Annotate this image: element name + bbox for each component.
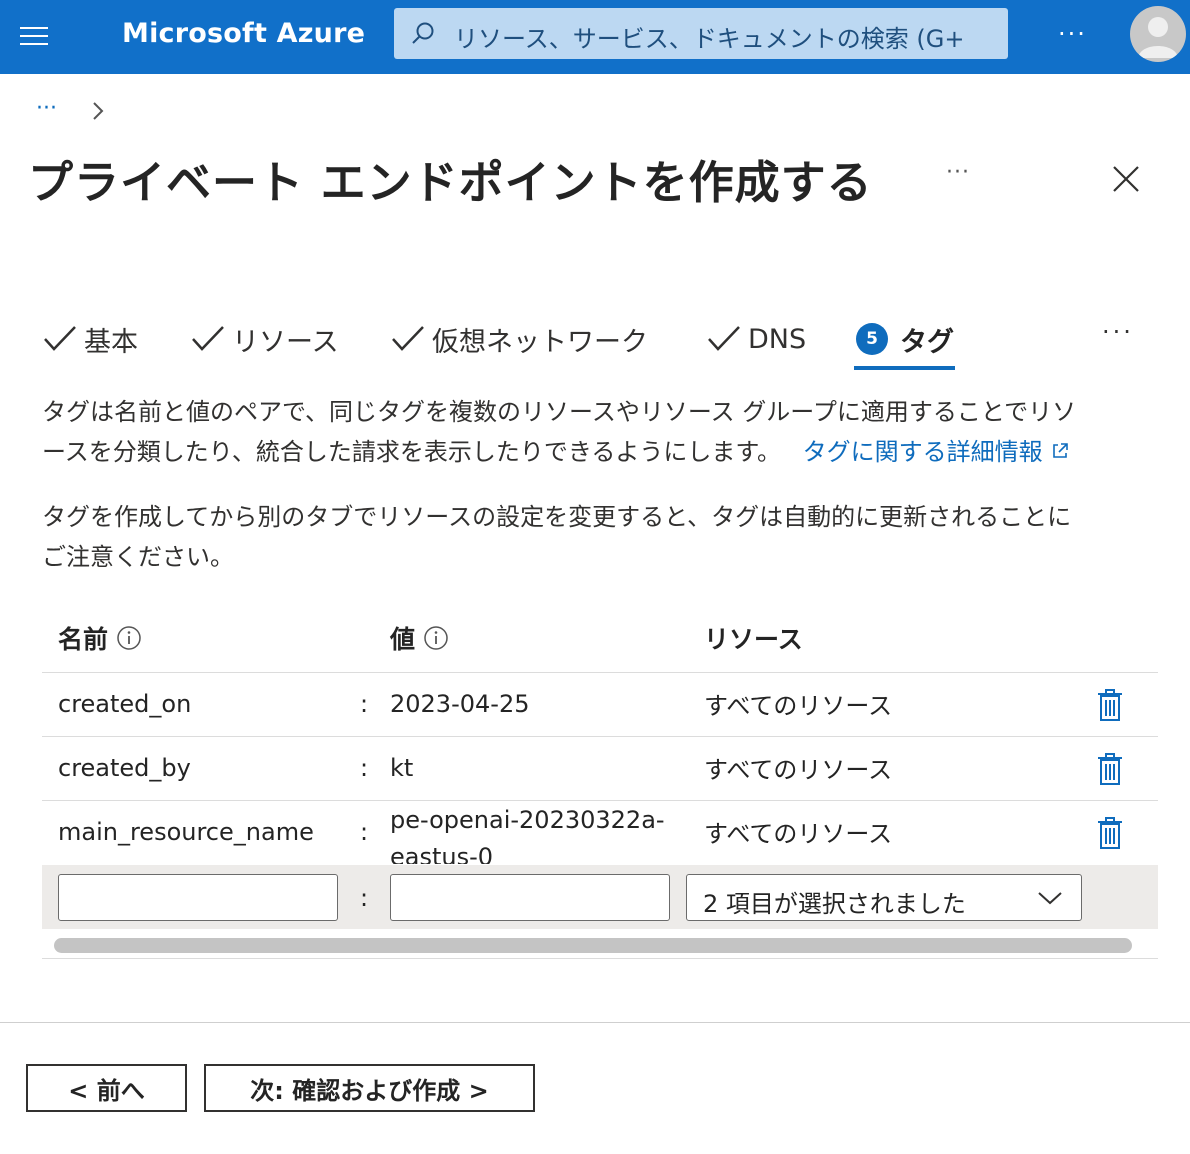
tag-name[interactable]: created_by (58, 754, 191, 782)
description-line-2: ースを分類したり、統合した請求を表示したりできるようにします。 タグに関する詳細… (42, 432, 1162, 472)
note-line-1: タグを作成してから別のタブでリソースの設定を変更すると、タグは自動的に更新される… (42, 503, 1072, 531)
tab-virtual-network[interactable]: 仮想ネットワーク (390, 312, 648, 366)
tab-basics[interactable]: 基本 (42, 312, 138, 366)
avatar[interactable] (1130, 6, 1186, 62)
separator: : (360, 754, 369, 782)
tab-resources[interactable]: リソース (190, 312, 339, 366)
tabs-more-icon[interactable]: ··· (1102, 318, 1134, 346)
checkmark-icon (708, 326, 740, 351)
search-placeholder: リソース、サービス、ドキュメントの検索 (G+ (454, 25, 965, 53)
learn-more-link[interactable]: タグに関する詳細情報 (803, 438, 1071, 466)
tag-resource[interactable]: すべてのリソース (704, 686, 892, 721)
tag-name[interactable]: main_resource_name (58, 818, 314, 846)
note-line-2: ご注意ください。 (42, 543, 234, 571)
search-icon (412, 22, 434, 44)
page-title: プライベート エンドポイントを作成する (28, 156, 873, 209)
description-text: タグは名前と値のペアで、同じタグを複数のリソースやリソース グループに適用するこ… (42, 392, 1162, 472)
note-text: タグを作成してから別のタブでリソースの設定を変更すると、タグは自動的に更新される… (42, 497, 1162, 577)
resource-select[interactable]: 2 項目が選択されました (686, 874, 1082, 921)
active-tab-indicator (854, 366, 955, 370)
chevron-down-icon (1038, 892, 1062, 905)
divider (42, 672, 1158, 673)
divider (42, 958, 1158, 959)
tab-label: 基本 (84, 326, 138, 358)
checkmark-icon (44, 326, 76, 351)
tab-tags[interactable]: 5 タグ (856, 312, 954, 366)
menu-icon[interactable] (20, 25, 50, 47)
tag-name[interactable]: created_on (58, 690, 191, 718)
info-icon[interactable] (116, 625, 142, 651)
tab-label: DNS (748, 323, 807, 355)
resource-select-value: 2 項目が選択されました (703, 890, 966, 918)
tag-resource[interactable]: すべてのリソース (704, 814, 892, 849)
info-icon[interactable] (423, 625, 449, 651)
brand-title[interactable]: Microsoft Azure (122, 18, 365, 49)
checkmark-icon (392, 326, 424, 351)
scrollbar-thumb[interactable] (54, 938, 1132, 953)
new-tag-name-input[interactable] (58, 874, 338, 921)
tab-label: リソース (232, 326, 339, 358)
close-icon[interactable] (1110, 163, 1142, 195)
delete-icon[interactable] (1096, 688, 1124, 722)
step-number-badge: 5 (856, 323, 888, 355)
tab-label: 仮想ネットワーク (432, 326, 648, 358)
separator: : (360, 884, 369, 912)
tag-value[interactable]: pe-openai-20230322a- (390, 806, 665, 834)
next-review-create-button[interactable]: 次: 確認および作成 > (204, 1064, 535, 1112)
title-more-icon[interactable]: ··· (946, 160, 970, 185)
tag-value[interactable]: 2023-04-25 (390, 690, 529, 718)
user-icon (1138, 17, 1178, 58)
tag-value[interactable]: kt (390, 754, 413, 782)
separator: : (360, 690, 369, 718)
tab-dns[interactable]: DNS (706, 312, 806, 366)
previous-button[interactable]: < 前へ (26, 1064, 187, 1112)
header-value: 値 (390, 620, 449, 656)
divider (42, 800, 1158, 801)
new-tag-value-input[interactable] (390, 874, 670, 921)
tag-resource[interactable]: すべてのリソース (704, 750, 892, 785)
external-link-icon (1053, 443, 1069, 458)
footer-divider (0, 1022, 1190, 1023)
checkmark-icon (192, 326, 224, 351)
description-line-1: タグは名前と値のペアで、同じタグを複数のリソースやリソース グループに適用するこ… (42, 398, 1077, 426)
delete-icon[interactable] (1096, 816, 1124, 850)
tab-label: タグ (900, 326, 954, 358)
breadcrumb-ellipsis[interactable]: ··· (36, 96, 57, 121)
top-bar: Microsoft Azure リソース、サービス、ドキュメントの検索 (G+ … (0, 0, 1190, 74)
delete-icon[interactable] (1096, 752, 1124, 786)
chevron-right-icon (93, 102, 104, 120)
divider (42, 736, 1158, 737)
separator: : (360, 818, 369, 846)
header-resource: リソース (704, 625, 803, 654)
search-input[interactable]: リソース、サービス、ドキュメントの検索 (G+ (394, 8, 1008, 59)
tag-value-wrap: eastus-0 (390, 843, 494, 864)
more-icon[interactable]: ··· (1058, 20, 1087, 48)
header-name: 名前 (58, 620, 142, 656)
